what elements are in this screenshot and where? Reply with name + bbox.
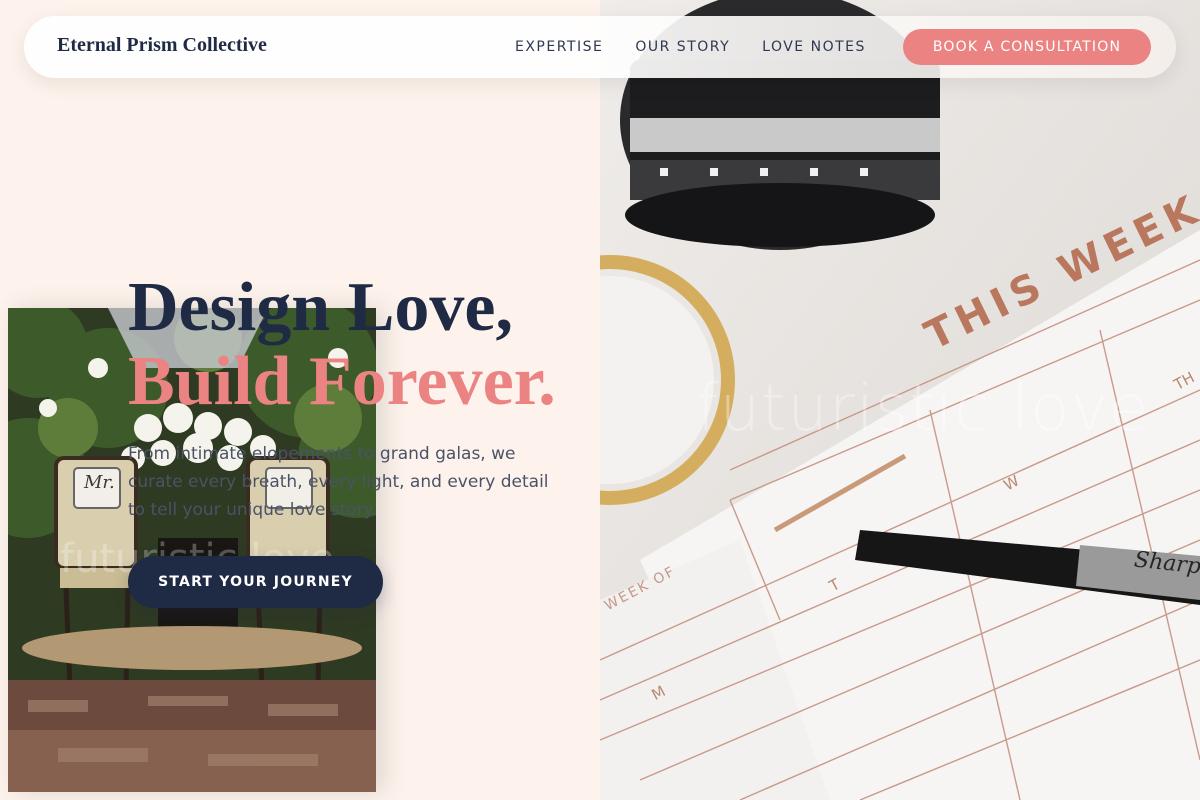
hero-description: From intimate elopements to grand galas,… [128, 444, 549, 520]
hero-title-line1: Design Love, [128, 269, 513, 346]
watermark-text: futuristic love [696, 372, 1150, 446]
top-navbar: Eternal Prism Collective EXPERTISE OUR S… [24, 16, 1176, 78]
nav-link-love-notes[interactable]: LOVE NOTES [762, 39, 866, 55]
nav-links: EXPERTISE OUR STORY LOVE NOTES [515, 16, 898, 78]
brand-logo[interactable]: Eternal Prism Collective [57, 34, 267, 57]
hero-background-photo: THIS WEEK WEEK OF M T W TH Sharpie futur… [600, 0, 1200, 800]
chair-sign-text: Mr. [84, 472, 115, 493]
nav-link-expertise[interactable]: EXPERTISE [515, 39, 603, 55]
start-journey-button[interactable]: START YOUR JOURNEY [128, 556, 383, 608]
book-consultation-button[interactable]: BOOK A CONSULTATION [903, 29, 1151, 65]
hero-title-line2: Build Forever. [128, 343, 556, 420]
nav-link-our-story[interactable]: OUR STORY [635, 39, 730, 55]
